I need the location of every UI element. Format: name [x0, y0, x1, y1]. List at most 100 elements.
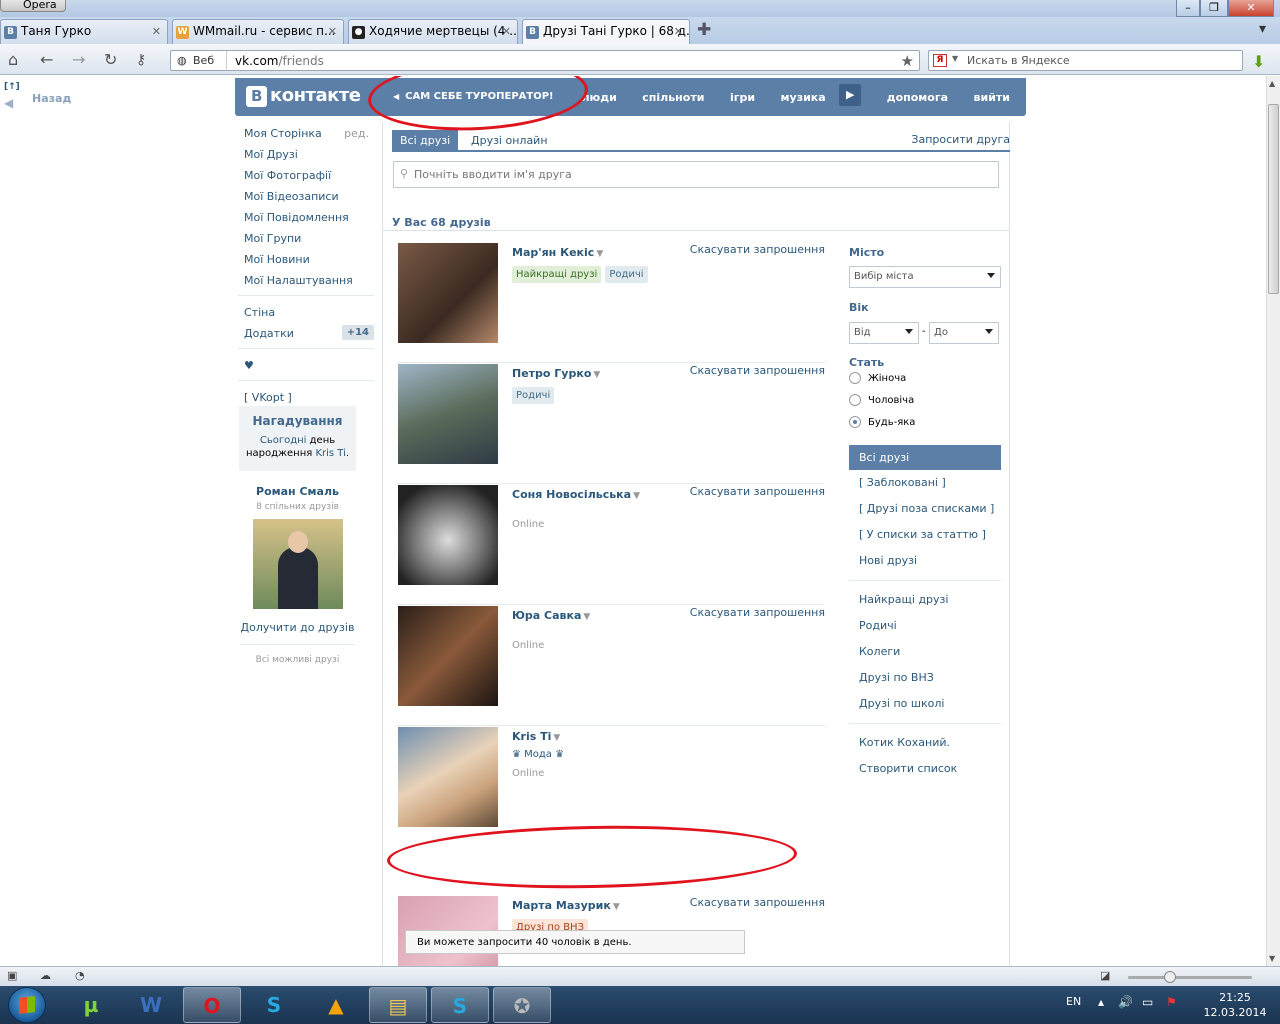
reminder-today-link[interactable]: Сьогодні	[260, 435, 307, 446]
nav-logout[interactable]: вийти	[974, 91, 1010, 104]
add-friend-link[interactable]: Долучити до друзів	[240, 621, 355, 634]
new-tab-button[interactable]: ✚	[697, 20, 711, 40]
menu-my-friends[interactable]: Мої Друзі	[236, 143, 376, 164]
browser-tab-4-active[interactable]: В Друзі Тані Гурко | 68 д... ✕	[522, 19, 690, 44]
create-list-link[interactable]: Створити список	[849, 756, 1001, 782]
minimize-button[interactable]: –	[1176, 0, 1200, 17]
volume-icon[interactable]: 🔊	[1118, 995, 1133, 1009]
panel-toggle-icon[interactable]: ▣	[7, 969, 17, 982]
suggestion-avatar[interactable]	[252, 519, 343, 609]
utorrent-taskbar-icon[interactable]: µ	[62, 987, 120, 1023]
aimp-taskbar-icon[interactable]: ▲	[307, 987, 365, 1023]
tag-relatives[interactable]: Родичі	[512, 387, 555, 404]
dropdown-arrow-icon[interactable]: ▼	[583, 612, 590, 622]
reminder-person-link[interactable]: Kris Ti	[315, 448, 345, 459]
dropdown-arrow-icon[interactable]: ▼	[593, 370, 600, 380]
invite-friend-link[interactable]: Запросити друга	[911, 133, 1010, 146]
friend-avatar[interactable]	[398, 485, 498, 585]
list-all-friends[interactable]: Всі друзі	[849, 445, 1001, 470]
tag-relatives[interactable]: Родичі	[605, 266, 648, 283]
close-window-button[interactable]: ✕	[1228, 0, 1274, 17]
nav-help[interactable]: допомога	[887, 91, 948, 104]
menu-vkopt[interactable]: [ VKopt ]	[236, 386, 376, 407]
site-info-badge[interactable]: ◍ Веб	[171, 51, 227, 70]
friend-name[interactable]: Петро Гурко ▼	[512, 367, 600, 380]
back-icon[interactable]: ←	[40, 50, 53, 69]
friend-name[interactable]: Kris Ti ▼	[512, 730, 560, 743]
bookmark-star-icon[interactable]: ★	[901, 52, 914, 70]
dropdown-arrow-icon[interactable]: ▼	[553, 733, 560, 743]
zoom-slider-knob[interactable]	[1164, 971, 1176, 983]
friend-avatar[interactable]	[398, 364, 498, 464]
menu-my-messages[interactable]: Мої Повідомлення	[236, 206, 376, 227]
tab-friends-online[interactable]: Друзі онлайн	[463, 130, 556, 152]
download-icon[interactable]: ⬇	[1252, 52, 1270, 71]
close-tab-icon[interactable]: ✕	[674, 25, 683, 38]
tray-arrow-icon[interactable]: ▴	[1098, 995, 1104, 1009]
list-custom-kotyk[interactable]: Котик Коханий.	[849, 730, 1001, 756]
tab-menu-icon[interactable]: ▾	[1259, 21, 1266, 37]
menu-my-settings[interactable]: Мої Налаштування	[236, 269, 376, 290]
friend-avatar[interactable]	[398, 606, 498, 706]
key-icon[interactable]: ⚷	[136, 52, 146, 68]
list-new-friends[interactable]: Нові друзі	[849, 548, 1001, 574]
list-blocked[interactable]: [ Заблоковані ]	[849, 470, 1001, 496]
all-suggestions-link[interactable]: Всі можливі друзі	[240, 655, 355, 665]
network-icon[interactable]: ▭	[1142, 995, 1153, 1009]
search-field[interactable]: Я ▼ Искать в Яндексе	[928, 50, 1243, 71]
sex-any-radio[interactable]: Будь-яка	[849, 413, 1001, 435]
browser-tab-2[interactable]: W WMmail.ru - сервис п... ✕	[172, 19, 344, 44]
skype-taskbar-icon[interactable]: S	[245, 987, 303, 1023]
list-unsorted[interactable]: [ Друзі поза списками ]	[849, 496, 1001, 522]
browser-tab-3[interactable]: ● Ходячие мертвецы (4 ... ✕	[348, 19, 518, 44]
edit-link[interactable]: ред.	[344, 127, 369, 140]
friend-name[interactable]: Мар'ян Кекіс ▼	[512, 246, 603, 259]
list-school[interactable]: Друзі по школі	[849, 691, 1001, 717]
close-tab-icon[interactable]: ✕	[152, 25, 161, 38]
flag-icon[interactable]: ⚑	[1166, 995, 1177, 1009]
scrollbar-thumb[interactable]	[1268, 104, 1279, 294]
cancel-request-link[interactable]: Скасувати запрошення	[690, 364, 825, 377]
nav-communities[interactable]: спільноти	[642, 91, 704, 104]
tag-best-friends[interactable]: Найкращі друзі	[512, 266, 602, 283]
vk-logo[interactable]: Вконтакте	[246, 85, 361, 107]
close-tab-icon[interactable]: ✕	[328, 25, 337, 38]
cancel-request-link[interactable]: Скасувати запрошення	[690, 606, 825, 619]
list-relatives[interactable]: Родичі	[849, 613, 1001, 639]
friend-avatar[interactable]	[398, 727, 498, 827]
menu-my-news[interactable]: Мої Новини	[236, 248, 376, 269]
menu-my-videos[interactable]: Мої Відеозаписи	[236, 185, 376, 206]
age-from-select[interactable]: Від	[849, 322, 919, 344]
nav-games[interactable]: ігри	[730, 91, 755, 104]
word-taskbar-icon[interactable]: W	[122, 987, 180, 1023]
clock[interactable]: 21:25 12.03.2014	[1202, 990, 1268, 1020]
maximize-button[interactable]: ❐	[1200, 0, 1228, 17]
opera-menu-button[interactable]: Opera	[0, 0, 66, 12]
music-play-icon[interactable]: ▶	[839, 84, 862, 106]
menu-favorites[interactable]: ♥	[236, 354, 376, 375]
suggestion-name[interactable]: Роман Смаль	[240, 485, 355, 498]
menu-my-photos[interactable]: Мої Фотографії	[236, 164, 376, 185]
view-icon[interactable]: ◪	[1100, 969, 1110, 982]
dropdown-arrow-icon[interactable]: ▼	[633, 491, 640, 501]
language-indicator[interactable]: EN	[1066, 995, 1081, 1008]
friend-name[interactable]: Соня Новосільська ▼	[512, 488, 640, 501]
list-best-friends[interactable]: Найкращі друзі	[849, 587, 1001, 613]
scroll-top-icon[interactable]: [↑]	[4, 82, 20, 92]
cancel-request-link[interactable]: Скасувати запрошення	[690, 243, 825, 256]
start-button[interactable]	[8, 987, 46, 1023]
cloud-icon[interactable]: ☁	[40, 969, 51, 982]
page-scrollbar[interactable]: ▲ ▼	[1266, 76, 1280, 966]
game-taskbar-icon[interactable]: ✪	[493, 987, 551, 1023]
nav-music[interactable]: музика	[781, 91, 826, 104]
forward-icon[interactable]: →	[72, 50, 85, 69]
menu-apps[interactable]: Додатки +14	[236, 322, 376, 343]
menu-wall[interactable]: Стіна	[236, 301, 376, 322]
address-field[interactable]: ◍ Веб vk.com/friends ★	[170, 50, 920, 71]
menu-my-page[interactable]: Моя Сторінка ред.	[236, 122, 376, 143]
menu-my-groups[interactable]: Мої Групи	[236, 227, 376, 248]
friend-search-input[interactable]: ⚲ Почніть вводити ім'я друга	[393, 161, 999, 188]
sex-female-radio[interactable]: Жіноча	[849, 369, 1001, 391]
tab-all-friends[interactable]: Всі друзі	[392, 130, 459, 152]
opera-taskbar-icon[interactable]: O	[183, 987, 241, 1023]
